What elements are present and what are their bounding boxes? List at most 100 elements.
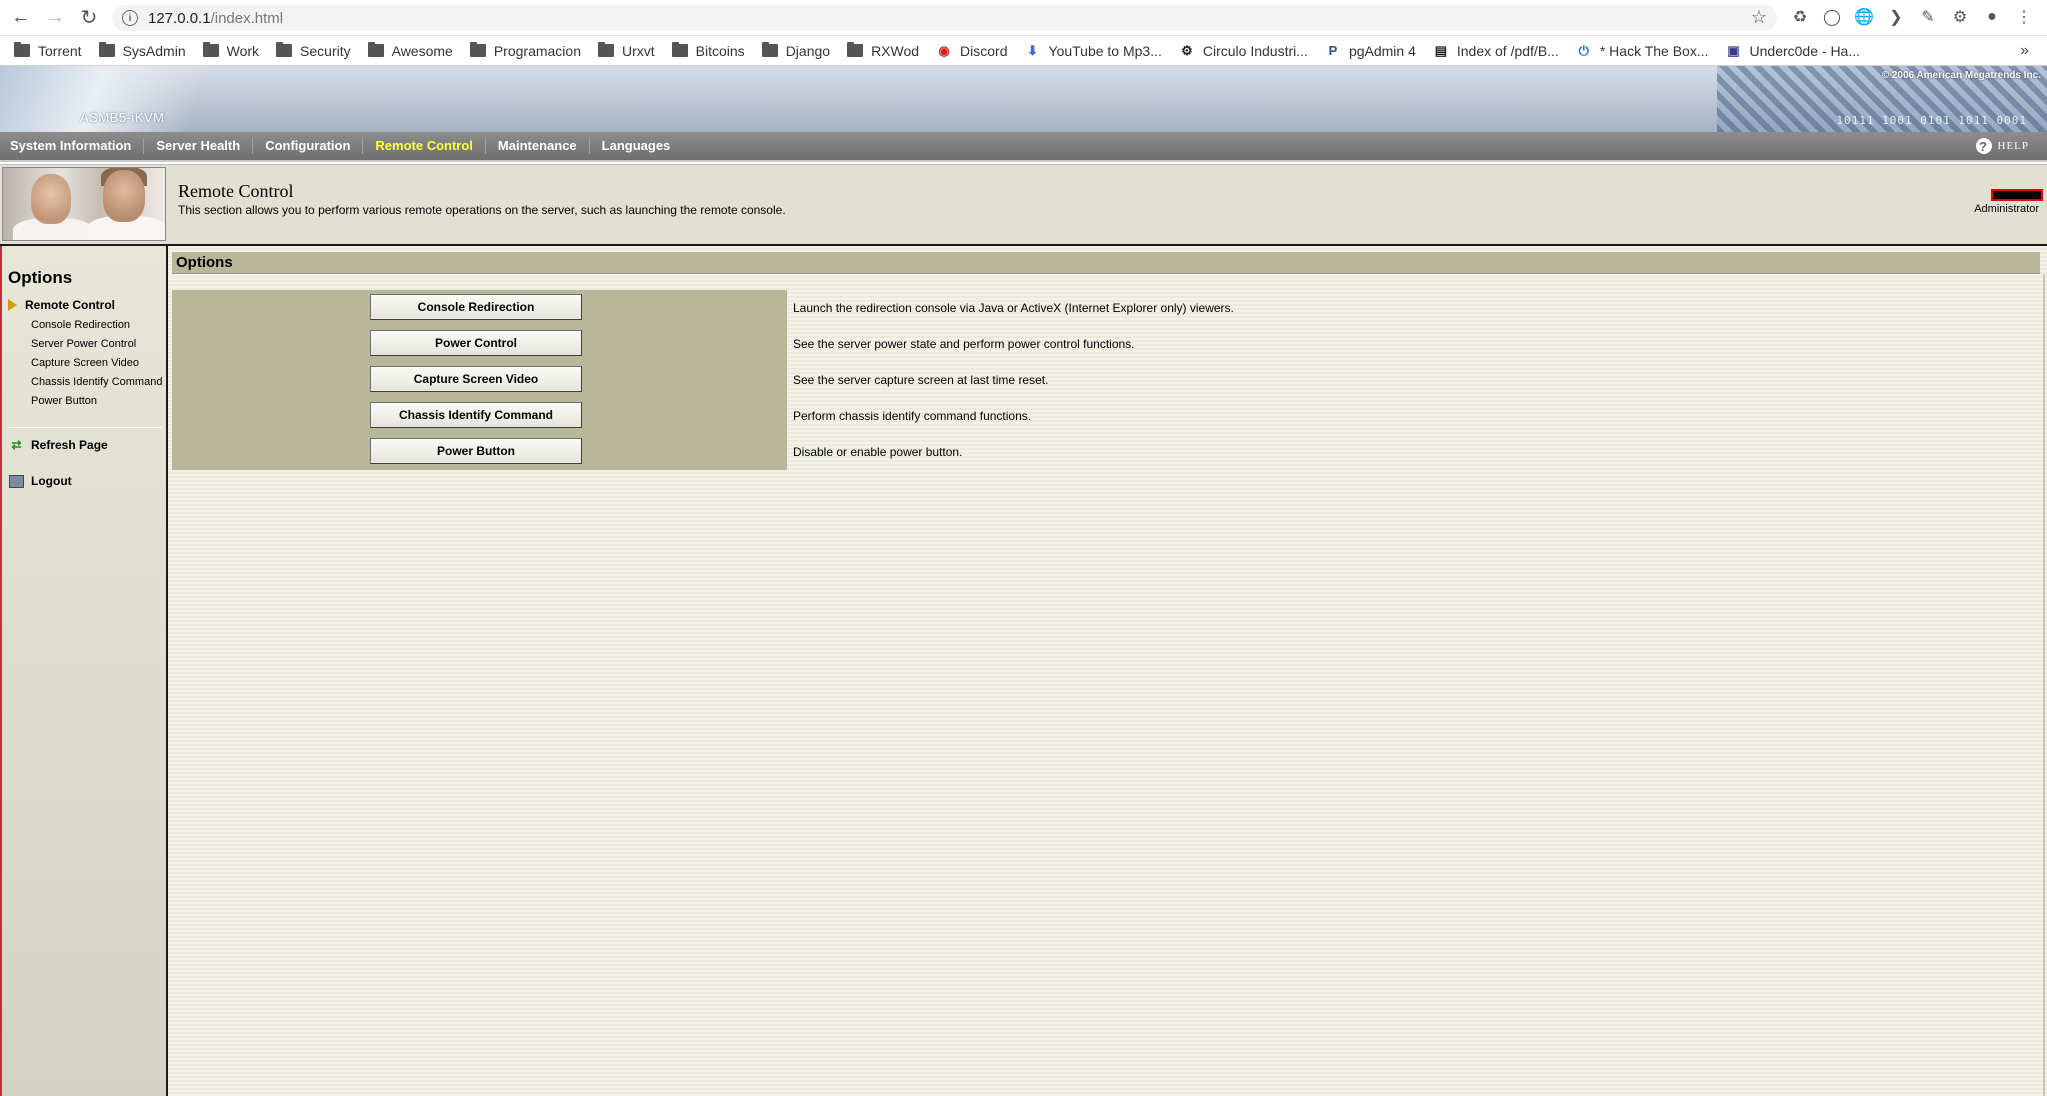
sidebar-item-console-redirection[interactable]: Console Redirection [31,319,130,331]
copyright: © 2006 American Megatrends Inc. [1881,70,2041,81]
header-photo [2,167,166,241]
page-description: This section allows you to perform vario… [178,203,786,217]
page-title: Remote Control [178,181,294,201]
translate-extension-icon[interactable]: 🌐 [1854,6,1874,28]
bookmark-label: Django [785,42,831,59]
product-logo: ASMB5-iKVM [80,110,165,125]
folder-icon [98,42,115,57]
url-host: 127.0.0.1 [148,9,211,27]
profile-avatar-icon[interactable]: ● [1982,6,2002,28]
folder-icon [671,42,688,57]
folder-icon [202,42,219,57]
bookmark-item[interactable]: Awesome [367,42,453,59]
site-icon: ▣ [1727,43,1740,58]
main-content: Options Console Redirection Launch the r… [168,246,2047,1096]
sidebar-item-server-power-control[interactable]: Server Power Control [31,338,136,350]
power-control-button[interactable]: Power Control [370,330,582,356]
back-arrow-icon[interactable]: ← [8,5,34,31]
site-info-icon[interactable]: i [122,10,138,26]
nav-server-health[interactable]: Server Health [156,138,254,154]
sidebar-item-power-button[interactable]: Power Button [31,395,97,407]
bookmark-item[interactable]: Bitcoins [671,42,745,59]
help-question-icon: ? [1975,138,1992,154]
sidebar-item-label: Remote Control [25,298,115,312]
pgadmin-icon: P [1328,43,1338,58]
capture-screen-video-button[interactable]: Capture Screen Video [370,366,582,392]
user-role: Administrator [1974,203,2039,215]
console-redirection-button[interactable]: Console Redirection [370,294,582,320]
bookmark-label: Programacion [493,42,581,59]
bookmark-label: Work [226,42,260,59]
nav-languages[interactable]: Languages [602,138,683,154]
address-bar[interactable]: i 127.0.0.1/index.html ☆ [112,5,1777,31]
puzzle-extensions-icon[interactable]: ⚙ [1950,6,1970,28]
sidebar-title: Options [8,268,73,287]
folder-icon [597,42,614,57]
refresh-page-link[interactable]: ⇄ Refresh Page [9,438,107,452]
circle-extension-icon[interactable]: ◯ [1822,6,1842,28]
gear-icon: ⚙ [1181,43,1193,58]
app-banner: 10111 1001 0101 1011 0001 ASMB5-iKVM © 2… [0,66,2047,132]
forward-arrow-icon[interactable]: → [42,5,68,31]
bookmark-item[interactable]: Torrent [14,42,82,59]
nav-system-information[interactable]: System Information [10,138,145,154]
recycle-extension-icon[interactable]: ♻ [1790,6,1810,28]
chassis-identify-command-description: Perform chassis identify command functio… [793,409,1032,423]
bookmark-label: Underc0de - Ha... [1749,42,1861,59]
browser-toolbar: ← → ↻ i 127.0.0.1/index.html ☆ ♻ ◯ 🌐 ❯ ✎… [0,0,2047,36]
bookmark-item[interactable]: Work [202,42,260,59]
sidebar-divider [8,427,162,428]
bookmark-item[interactable]: Security [276,42,351,59]
bookmark-label: Awesome [391,42,453,59]
bookmark-label: YouTube to Mp3... [1048,42,1162,59]
capture-screen-video-description: See the server capture screen at last ti… [793,373,1049,387]
help-link[interactable]: ? HELP [1975,138,2030,154]
browser-menu-icon[interactable]: ⋮ [2014,6,2034,28]
bookmark-item[interactable]: ◉ Discord [936,43,1007,59]
sidebar-item-capture-screen-video[interactable]: Capture Screen Video [31,357,139,369]
logout-link[interactable]: Logout [9,474,72,488]
bookmark-label: SysAdmin [122,42,186,59]
bookmark-item[interactable]: Django [761,42,831,59]
reload-icon[interactable]: ↻ [76,5,102,31]
bookmark-item[interactable]: ▤ Index of /pdf/B... [1433,43,1559,59]
power-control-description: See the server power state and perform p… [793,337,1135,351]
bookmark-item[interactable]: RXWod [847,42,920,59]
power-button-button[interactable]: Power Button [370,438,582,464]
folder-icon [469,42,486,57]
bookmark-label: Security [300,42,351,59]
content-border [2043,274,2045,1096]
power-button-description: Disable or enable power button. [793,445,963,459]
logout-icon [9,474,24,488]
bookmark-label: Discord [960,42,1008,59]
sidebar-item-chassis-identify-command[interactable]: Chassis Identify Command [31,376,162,388]
bookmark-star-icon[interactable]: ☆ [1751,7,1767,28]
more-bookmarks-icon[interactable]: » [2020,42,2029,60]
page-icon: ▤ [1434,43,1448,58]
bookmark-item[interactable]: SysAdmin [98,42,186,59]
extension-icons: ♻ ◯ 🌐 ❯ ✎ ⚙ ● ⋮ [1790,6,2034,28]
bookmark-label: Index of /pdf/B... [1456,42,1559,59]
eyedropper-extension-icon[interactable]: ✎ [1918,6,1938,28]
nav-maintenance[interactable]: Maintenance [498,138,590,154]
binary-text: 10111 1001 0101 1011 0001 [1836,114,2027,127]
download-icon: ⬇ [1027,43,1038,58]
bookmark-label: RXWod [871,42,920,59]
bookmark-item[interactable]: ⏻ * Hack The Box... [1576,43,1709,59]
folder-icon [367,42,384,57]
folder-icon [276,42,293,57]
nav-remote-control[interactable]: Remote Control [375,138,486,154]
bookmark-label: Bitcoins [695,42,745,59]
bookmark-item[interactable]: Urxvt [597,42,655,59]
bookmark-item[interactable]: Programacion [469,42,581,59]
bookmark-item[interactable]: PpgAdmin 4 [1325,43,1416,59]
bookmark-item[interactable]: ⚙ Circulo Industri... [1179,43,1308,59]
bookmark-item[interactable]: ▣ Underc0de - Ha... [1726,42,1861,59]
wifi-extension-icon[interactable]: ❯ [1886,6,1906,28]
logout-label: Logout [31,474,72,488]
nav-configuration[interactable]: Configuration [265,138,364,154]
sidebar-item-remote-control[interactable]: Remote Control [8,298,115,312]
bookmark-item[interactable]: ⬇ YouTube to Mp3... [1025,43,1162,59]
power-icon: ⏻ [1578,43,1589,58]
chassis-identify-command-button[interactable]: Chassis Identify Command [370,402,582,428]
